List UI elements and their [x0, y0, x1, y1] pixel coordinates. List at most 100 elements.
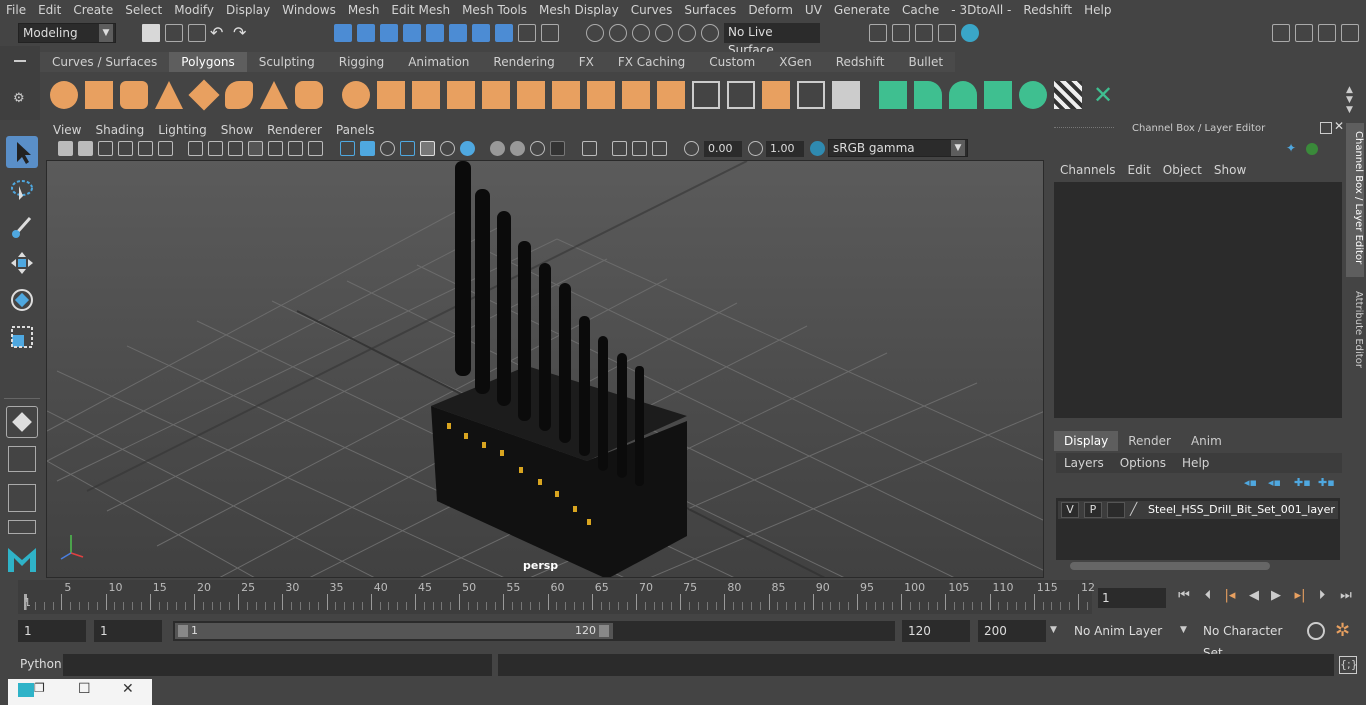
menu-edit[interactable]: Edit — [32, 0, 67, 20]
poly-cylinder-icon[interactable] — [120, 81, 148, 109]
viewport-menu-shading[interactable]: Shading — [88, 121, 151, 139]
save-scene-icon[interactable] — [188, 24, 206, 42]
command-language-label[interactable]: Python — [20, 657, 62, 671]
resolution-gate-icon[interactable] — [228, 141, 243, 156]
gamma-field[interactable]: 1.00 — [766, 141, 804, 157]
hud-icon[interactable] — [652, 141, 667, 156]
horizontal-scrollbar[interactable] — [1070, 562, 1270, 570]
render-current-frame-icon[interactable] — [892, 24, 910, 42]
layer-menu-options[interactable]: Options — [1112, 453, 1174, 473]
frame-all-icon[interactable] — [612, 141, 627, 156]
slide-edge-icon[interactable] — [797, 81, 825, 109]
close-icon[interactable]: ✕ — [122, 681, 134, 697]
poly-pyramid-icon[interactable] — [260, 81, 288, 109]
step-forward-icon[interactable]: ⏵ — [1314, 588, 1330, 604]
2d-pan-zoom-icon[interactable] — [138, 141, 153, 156]
new-scene-icon[interactable] — [142, 24, 160, 42]
shadows-icon[interactable] — [460, 141, 475, 156]
character-set-dropdown[interactable]: No Character Set — [1197, 620, 1299, 660]
camera-attributes-icon[interactable] — [78, 141, 93, 156]
layout-four-panes-icon[interactable] — [8, 446, 36, 472]
tab-redshift[interactable]: Redshift — [823, 52, 897, 72]
bookmark-icon[interactable] — [98, 141, 113, 156]
frame-selection-icon[interactable] — [632, 141, 647, 156]
toggle-panel-icon[interactable] — [1295, 24, 1313, 42]
lock-icon[interactable] — [518, 24, 536, 42]
field-chart-icon[interactable] — [268, 141, 283, 156]
insert-edge-loop-icon[interactable] — [727, 81, 755, 109]
chevron-down-icon[interactable]: ▼ — [1050, 625, 1057, 635]
menu-create[interactable]: Create — [67, 0, 119, 20]
render-settings-icon[interactable] — [938, 24, 956, 42]
poly-sphere-icon[interactable] — [50, 81, 78, 109]
target-weld-icon[interactable] — [832, 81, 860, 109]
gate-mask-icon[interactable] — [248, 141, 263, 156]
snap-point-icon[interactable] — [632, 24, 650, 42]
new-layer-icon[interactable]: ✚▪ — [1294, 476, 1311, 490]
exposure-icon[interactable] — [684, 141, 699, 156]
color-management-icon[interactable] — [810, 141, 825, 156]
isolate-select-icon[interactable] — [582, 141, 597, 156]
layer-row[interactable]: V P ╱ Steel_HSS_Drill_Bit_Set_001_layer — [1058, 501, 1338, 519]
menu-curves[interactable]: Curves — [625, 0, 679, 20]
playback-end-field[interactable]: 120 — [902, 620, 970, 642]
safe-action-icon[interactable] — [288, 141, 303, 156]
tab-curves-surfaces[interactable]: Curves / Surfaces — [40, 52, 170, 72]
poly-cube-icon[interactable] — [85, 81, 113, 109]
extrude-icon[interactable] — [482, 81, 510, 109]
command-input[interactable] — [63, 654, 492, 676]
tab-fx[interactable]: FX — [566, 52, 606, 72]
toggle-panel-3-icon[interactable] — [1341, 24, 1359, 42]
open-scene-icon[interactable] — [165, 24, 183, 42]
select-by-object-icon[interactable] — [357, 24, 375, 42]
tab-rigging[interactable]: Rigging — [326, 52, 397, 72]
playback-start-field[interactable]: 1 — [94, 620, 162, 642]
planar-mapping-icon[interactable] — [879, 81, 907, 109]
undo-icon[interactable]: ↶ — [210, 24, 228, 42]
bridge-icon[interactable] — [552, 81, 580, 109]
bevel-icon[interactable] — [517, 81, 545, 109]
smooth-icon[interactable] — [447, 81, 475, 109]
grease-pencil-icon[interactable] — [158, 141, 173, 156]
menu-deform[interactable]: Deform — [742, 0, 799, 20]
tab-channel-box[interactable]: Channel Box / Layer Editor — [1346, 123, 1364, 277]
poly-torus-icon[interactable] — [225, 81, 253, 109]
render-view-icon[interactable] — [869, 24, 887, 42]
layer-visibility-toggle[interactable]: V — [1061, 502, 1079, 518]
poly-plane-icon[interactable] — [188, 79, 220, 111]
menu-display[interactable]: Display — [220, 0, 276, 20]
checker-map-icon[interactable] — [1054, 81, 1082, 109]
play-backwards-icon[interactable]: ◀ — [1246, 588, 1262, 604]
uv-editor-icon[interactable] — [1019, 81, 1047, 109]
shelf-menu-icon[interactable] — [14, 60, 26, 62]
tab-animation[interactable]: Animation — [396, 52, 482, 72]
menu-file[interactable]: File — [0, 0, 32, 20]
move-layer-up-icon[interactable]: ◂▪ — [1244, 476, 1260, 490]
ambient-occlusion-icon[interactable] — [490, 141, 505, 156]
menu-help[interactable]: Help — [1078, 0, 1117, 20]
select-tool-icon[interactable] — [6, 136, 38, 168]
help-select-icon[interactable] — [495, 24, 513, 42]
end-time-field[interactable]: 200 — [978, 620, 1046, 642]
smooth-shade-icon[interactable] — [360, 141, 375, 156]
step-back-key-icon[interactable]: |◂ — [1222, 588, 1238, 604]
uv-cut-icon[interactable]: ✕ — [1089, 81, 1117, 109]
menu-windows[interactable]: Windows — [276, 0, 342, 20]
wireframe-on-shaded-icon[interactable] — [400, 141, 415, 156]
poly-pipe-icon[interactable] — [295, 81, 323, 109]
layer-display-type-toggle[interactable] — [1107, 502, 1125, 518]
range-handle-right[interactable] — [599, 625, 609, 637]
default-material-icon[interactable] — [380, 141, 395, 156]
menu-edit-mesh[interactable]: Edit Mesh — [385, 0, 456, 20]
fill-hole-icon[interactable] — [622, 81, 650, 109]
motion-blur-icon[interactable] — [510, 141, 525, 156]
snap-view-icon[interactable] — [655, 24, 673, 42]
channel-list[interactable] — [1054, 182, 1342, 418]
menu-cache[interactable]: Cache — [896, 0, 945, 20]
snap-curve-icon[interactable] — [609, 24, 627, 42]
step-back-icon[interactable]: ⏴ — [1200, 588, 1216, 604]
preferences-icon[interactable]: ✲ — [1335, 620, 1350, 641]
channel-box-menu-channels[interactable]: Channels — [1054, 160, 1122, 180]
select-by-component-icon[interactable] — [380, 24, 398, 42]
axis-icon[interactable]: ✦ — [1286, 141, 1300, 155]
